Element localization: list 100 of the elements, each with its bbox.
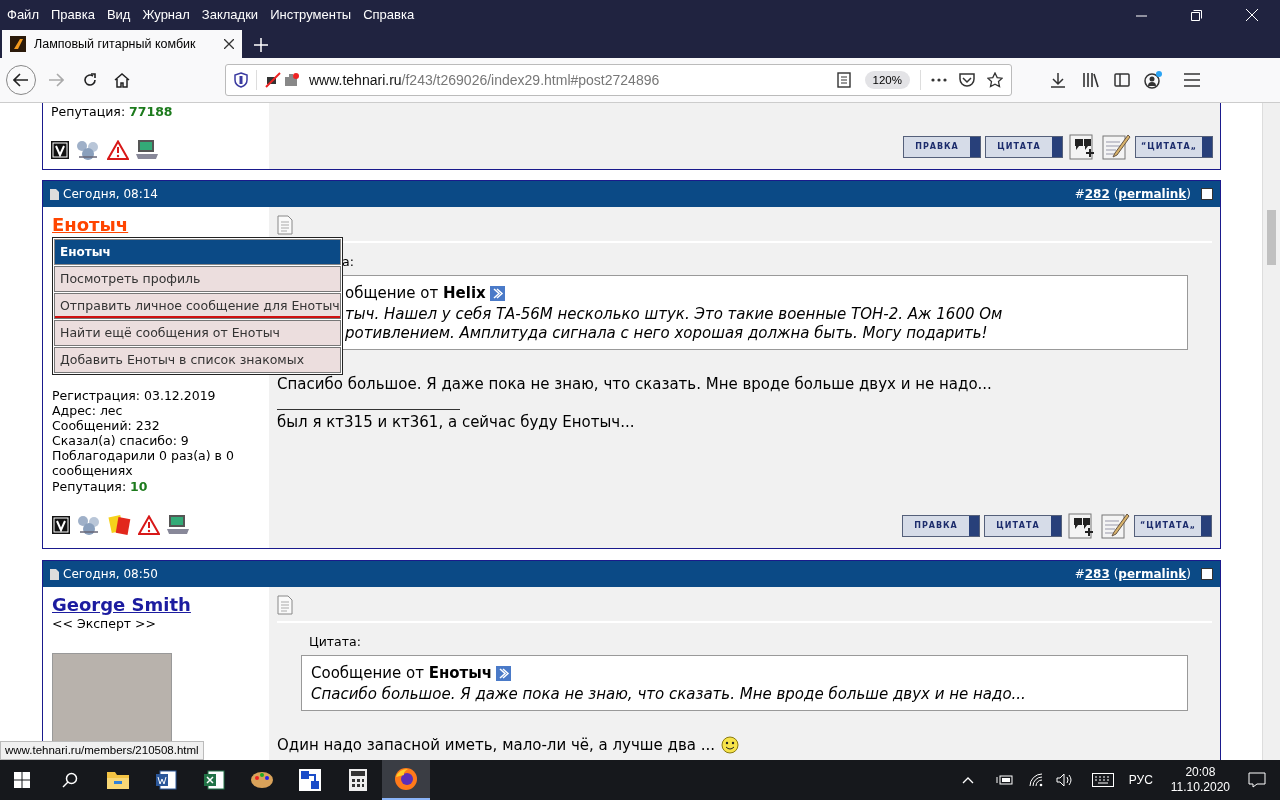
blocked-camera-icon — [265, 72, 281, 88]
menu-item[interactable]: Вид — [105, 5, 132, 25]
volume-icon[interactable] — [1055, 773, 1074, 787]
back-arrow-icon — [13, 73, 29, 87]
quote-button[interactable]: ЦИТАТА — [984, 515, 1062, 537]
new-tab-icon[interactable] — [254, 38, 268, 52]
view-post-icon[interactable] — [489, 285, 505, 301]
document-app-icon[interactable] — [155, 769, 177, 791]
zoom-level[interactable]: 120% — [864, 71, 910, 89]
profile-stat: Поблагодарили 0 раз(а) в 0 сообщениях — [52, 448, 235, 478]
notification-icon[interactable] — [1248, 772, 1266, 788]
quote-button[interactable]: “ЦИТАТА„ — [1135, 136, 1213, 158]
tab-title: Ламповый гитарный комбик — [34, 35, 196, 53]
home-icon[interactable] — [114, 72, 130, 88]
reply-pencil-icon[interactable] — [1100, 512, 1130, 540]
post-number-link[interactable]: 282 — [1084, 187, 1110, 201]
reader-view-icon[interactable] — [836, 72, 851, 88]
document-icon — [50, 188, 59, 200]
computer-icon — [166, 514, 190, 536]
url-text[interactable]: www.tehnari.ru/f243/t269026/index29.html#post2724896 — [309, 69, 660, 91]
computer-icon — [135, 139, 159, 161]
status-link-text: www.tehnari.ru/members/210508.html — [0, 741, 204, 760]
signature-text: был я кт315 и кт361, а сейчас буду Енотыч... — [277, 411, 635, 433]
network-app-icon[interactable] — [299, 769, 321, 791]
post-number-link[interactable]: 283 — [1084, 567, 1110, 581]
library-icon[interactable] — [1082, 72, 1100, 88]
view-post-icon[interactable] — [496, 665, 512, 681]
quote-button[interactable]: “ЦИТАТА„ — [1134, 515, 1212, 537]
post-number: #283 (permalink) — [1074, 566, 1191, 583]
post-number: #282 (permalink) — [1074, 186, 1191, 203]
language-indicator[interactable]: РУС — [1128, 771, 1153, 789]
multi-quote-icon[interactable] — [1067, 133, 1097, 161]
sidebar-icon[interactable] — [1114, 73, 1130, 87]
firefox-icon[interactable] — [394, 767, 418, 791]
post-text: Спасибо большое. Я даже пока не знаю, что сказать. Мне вроде больше двух и не надо... — [277, 373, 992, 395]
scrollbar[interactable] — [1262, 103, 1280, 760]
menu-item[interactable]: Правка — [49, 5, 96, 25]
network-icon — [75, 139, 101, 161]
spreadsheet-app-icon[interactable] — [203, 769, 225, 791]
post-date: Сегодня, 08:50 — [63, 566, 158, 583]
profile-stat: Сообщений: 232 — [52, 418, 161, 433]
select-checkbox[interactable] — [1201, 568, 1213, 580]
quote-author: Сообщение от Енотыч — [311, 663, 493, 684]
folder-icon[interactable] — [106, 770, 130, 790]
menu-item[interactable]: Журнал — [141, 5, 191, 25]
account-icon[interactable] — [1144, 71, 1162, 89]
profile-stat: Адрес: лес — [52, 403, 124, 418]
popup-title: Енотыч — [54, 239, 341, 265]
quote-label: а: — [342, 254, 354, 269]
bookmark-star-icon[interactable] — [987, 72, 1003, 88]
clock[interactable]: 20:08 11.10.2020 — [1170, 765, 1230, 795]
menu-item[interactable]: Справка — [362, 5, 416, 25]
palette-icon[interactable] — [250, 769, 274, 791]
start-button[interactable] — [14, 772, 30, 788]
warning-icon — [107, 140, 129, 160]
address-bar[interactable]: www.tehnari.ru/f243/t269026/index29.html#post2724896 120% — [225, 64, 1012, 96]
battery-icon[interactable] — [995, 774, 1014, 786]
quote-button[interactable]: ПРАВКА — [903, 136, 981, 158]
site-logo-icon — [10, 36, 26, 52]
post-date: Сегодня, 08:14 — [63, 186, 158, 203]
chevron-up-icon[interactable] — [961, 776, 974, 784]
post-icon — [277, 215, 293, 235]
reload-icon[interactable] — [82, 72, 98, 88]
permalink-link[interactable]: permalink — [1118, 187, 1187, 201]
menu-item[interactable]: Закладки — [200, 5, 260, 25]
close-icon[interactable] — [224, 39, 234, 49]
select-checkbox[interactable] — [1201, 188, 1213, 200]
search-icon[interactable] — [62, 772, 78, 788]
quote-label: Цитата: — [309, 634, 361, 649]
popup-menu-item[interactable]: Отправить личное сообщение для Енотыч — [54, 293, 341, 319]
document-icon — [50, 568, 59, 580]
keyboard-icon[interactable] — [1091, 773, 1114, 787]
quote-author: общение от Helix — [345, 283, 486, 304]
author-name-link[interactable]: George Smith — [52, 593, 191, 617]
reputation-text: Репутация: 10 — [52, 478, 149, 496]
menu-item[interactable]: Инструменты — [269, 5, 353, 25]
menu-icon[interactable] — [1184, 73, 1200, 87]
reply-pencil-icon[interactable] — [1101, 133, 1131, 161]
menu-item[interactable]: Файл — [6, 5, 40, 25]
v-icon — [51, 141, 69, 159]
restore-icon[interactable] — [1191, 9, 1202, 21]
profile-stat: Регистрация: 03.12.2019 — [52, 388, 217, 403]
popup-menu-item[interactable]: Добавить Енотыч в список знакомых — [54, 347, 341, 373]
more-icon[interactable] — [931, 78, 947, 82]
shield-icon — [234, 72, 248, 88]
user-rank: << Эксперт >> — [52, 617, 158, 631]
calculator-icon[interactable] — [349, 769, 367, 791]
pocket-icon[interactable] — [959, 72, 975, 88]
browser-tab[interactable]: Ламповый гитарный комбик — [2, 30, 242, 58]
post-text: Один надо запасной иметь, мало-ли чё, а лучше два ... — [277, 734, 716, 756]
popup-menu-item[interactable]: Посмотреть профиль — [54, 266, 341, 292]
quote-text: Спасибо большое. Я даже пока не знаю, что сказать. Мне вроде больше двух и не надо... — [311, 684, 1027, 704]
reputation-text: Репутация: 77188 — [51, 103, 174, 121]
permalink-link[interactable]: permalink — [1118, 567, 1187, 581]
popup-menu-item[interactable]: Найти ещё сообщения от Енотыч — [54, 320, 341, 346]
quote-button[interactable]: ПРАВКА — [902, 515, 980, 537]
download-icon[interactable] — [1050, 72, 1066, 88]
multi-quote-icon[interactable] — [1066, 512, 1096, 540]
quote-button[interactable]: ЦИТАТА — [985, 136, 1063, 158]
wifi-icon[interactable] — [1027, 773, 1044, 787]
